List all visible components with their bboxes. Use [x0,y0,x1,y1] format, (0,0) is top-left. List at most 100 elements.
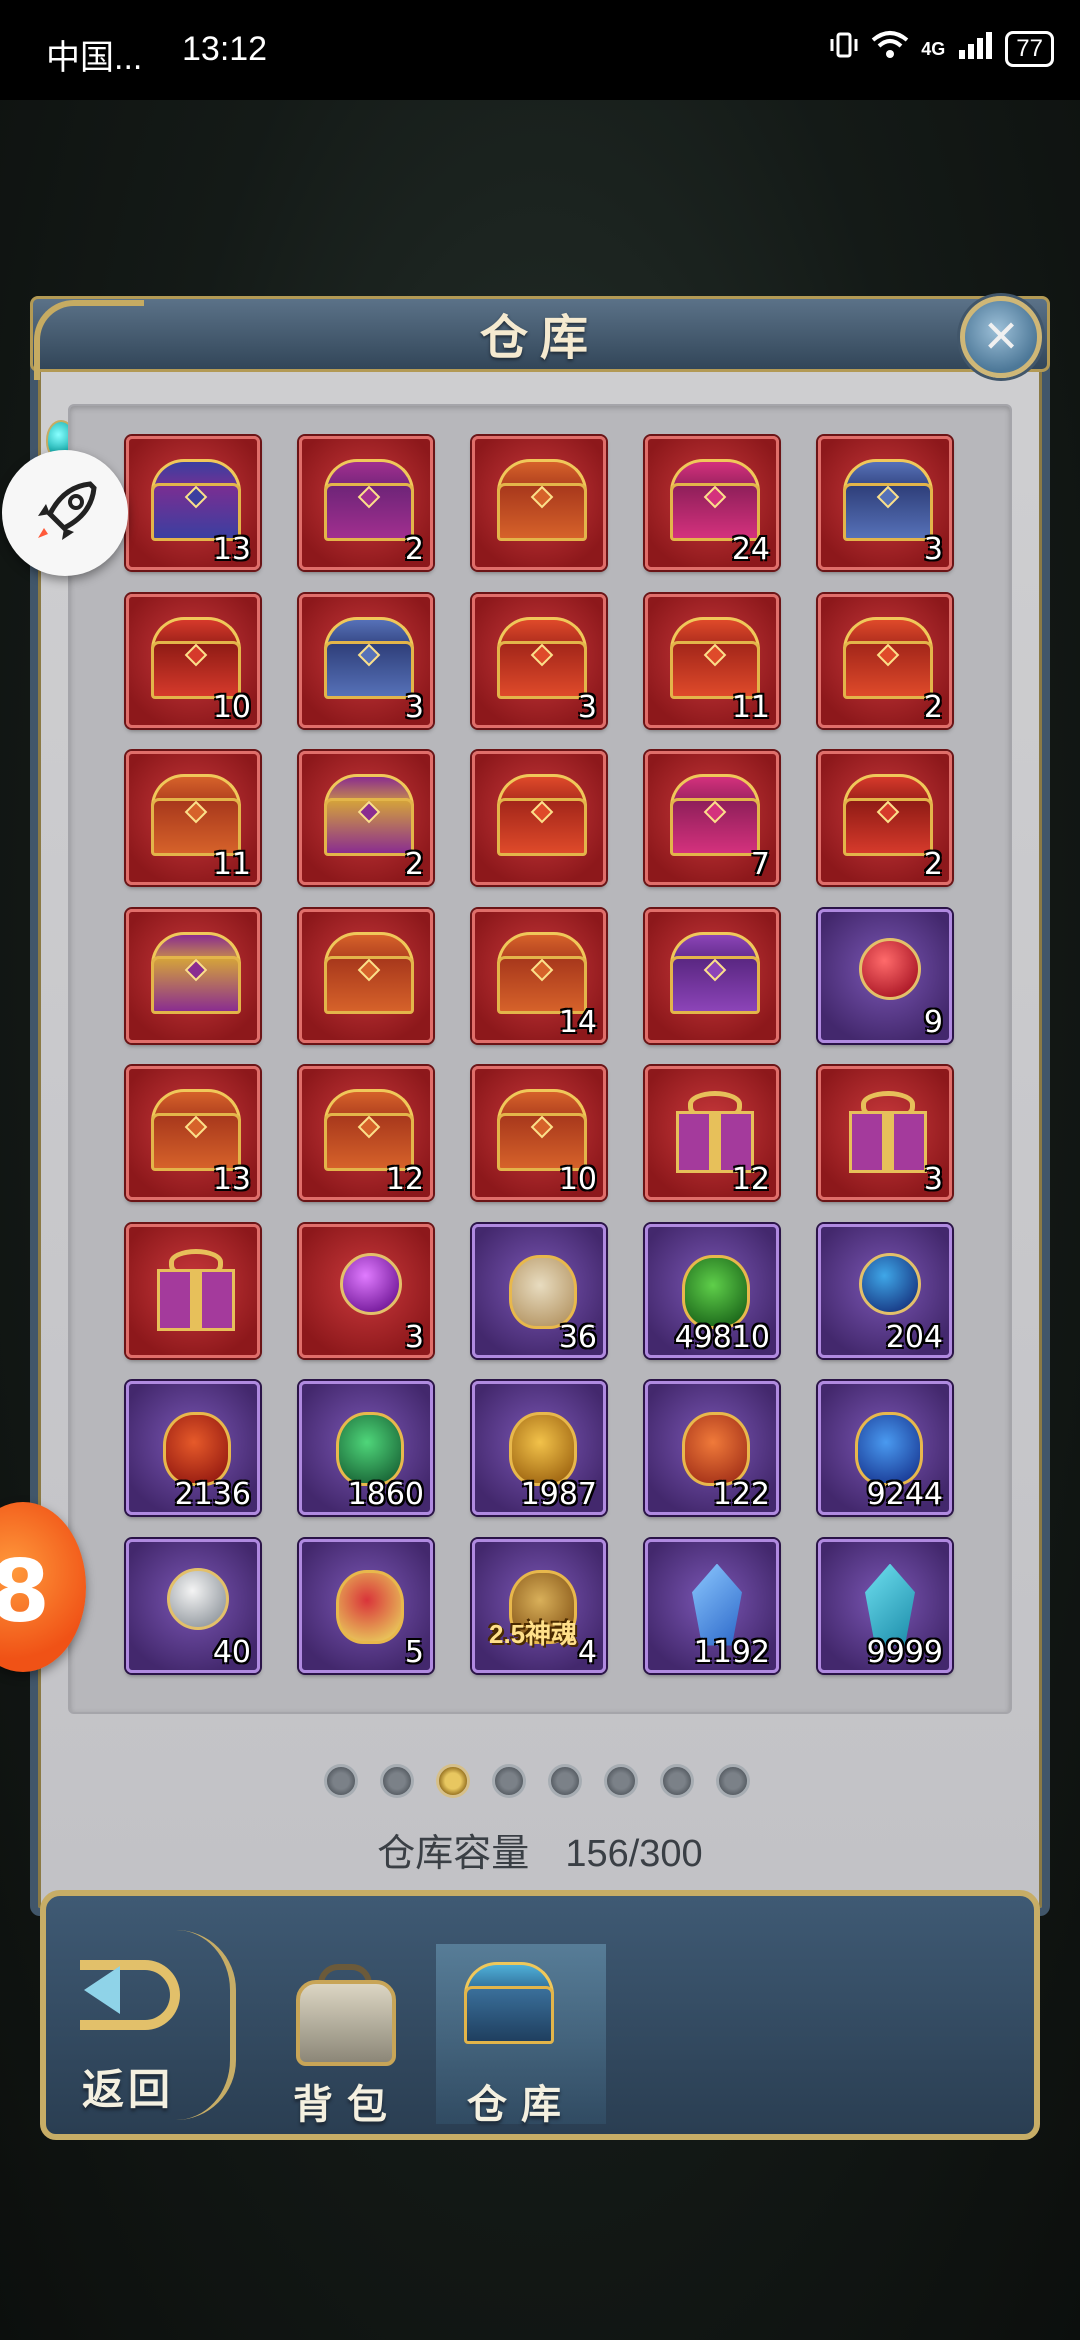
item-slot[interactable]: 3 [818,1066,952,1200]
gift-box-icon [143,1245,249,1333]
item-slot[interactable]: 11 [645,593,779,728]
item-count: 9 [923,1004,943,1040]
item-slot[interactable] [299,908,433,1043]
item-count: 12 [385,1162,424,1197]
item-slot[interactable]: 1987 [472,1381,606,1515]
page-dot-active[interactable] [436,1764,470,1798]
page-dot[interactable] [604,1764,638,1798]
item-slot[interactable]: 2 [299,436,433,570]
item-slot[interactable]: 10 [472,1066,606,1200]
item-slot[interactable]: 3 [299,1223,433,1358]
item-slot[interactable]: 5 [299,1538,433,1673]
item-count: 5 [404,1634,424,1670]
page-dot[interactable] [492,1764,526,1798]
item-count: 122 [712,1477,770,1512]
bar-divider [176,1930,236,2120]
item-slot[interactable]: 36 [472,1223,606,1358]
item-slot[interactable]: 2 [299,751,433,885]
item-count: 12 [731,1162,770,1197]
item-count: 13 [212,1162,251,1197]
item-slot[interactable]: 2.5神魂 4 [472,1538,606,1673]
item-count: 13 [212,532,251,567]
item-slot[interactable]: 10 [126,593,260,728]
item-slot[interactable] [126,1223,260,1358]
carrier-name: 中国... [46,39,143,77]
page-title: 仓库 [479,310,600,366]
return-label: 返回 [82,2065,175,2114]
item-slot[interactable]: 1192 [645,1538,779,1673]
item-slot[interactable] [126,908,260,1043]
battery-level: 77 [1005,30,1054,67]
warehouse-chest-icon [456,1960,586,2070]
item-count: 3 [923,1162,943,1197]
item-slot[interactable]: 122 [645,1381,779,1515]
item-slot[interactable]: 13 [126,436,260,570]
close-button[interactable]: × [960,296,1042,378]
page-dot[interactable] [380,1764,414,1798]
item-slot[interactable]: 7 [645,751,779,885]
badge-number: 8 [0,1542,50,1642]
item-count: 11 [212,847,251,882]
item-count: 40 [212,1634,251,1670]
clock: 13:12 [182,30,268,68]
item-slot[interactable]: 3 [472,593,606,728]
accelerator-button[interactable] [2,450,128,576]
item-count: 3 [404,689,424,725]
item-count: 36 [558,1319,597,1355]
status-icons: 4G 77 [829,30,1054,67]
backpack-icon [282,1960,412,2070]
tab-backpack[interactable]: 背包 [262,1944,432,2128]
tab-warehouse[interactable]: 仓库 [436,1944,606,2128]
item-slot[interactable]: 3 [818,436,952,570]
item-count: 1860 [347,1477,424,1512]
item-slot[interactable]: 9244 [818,1381,952,1515]
item-slot[interactable]: 12 [645,1066,779,1200]
rocket-icon [38,481,97,540]
red-ornate-chest-icon [489,772,595,860]
page-dot[interactable] [324,1764,358,1798]
item-slot[interactable] [472,436,606,570]
item-slot[interactable]: 2136 [126,1381,260,1515]
page-dot[interactable] [660,1764,694,1798]
item-slot[interactable]: 13 [126,1066,260,1200]
purple-round-chest-icon [662,930,768,1018]
capacity-label: 仓库容量 [377,1833,530,1875]
item-slot[interactable]: 1860 [299,1381,433,1515]
item-slot[interactable]: 204 [818,1223,952,1358]
item-slot[interactable]: 9999 [818,1538,952,1673]
item-slot[interactable] [472,751,606,885]
item-slot[interactable]: 9 [818,908,952,1043]
page-dot[interactable] [548,1764,582,1798]
item-slot[interactable]: 11 [126,751,260,885]
item-count: 11 [731,689,770,725]
item-count: 2 [404,847,424,882]
close-icon: × [984,303,1018,368]
item-slot[interactable]: 24 [645,436,779,570]
warehouse-capacity: 仓库容量 156/300 [0,1822,1080,1877]
item-slot[interactable]: 2 [818,593,952,728]
item-count: 9999 [866,1634,943,1670]
return-arrow-icon [80,1960,180,2030]
tab-backpack-label: 背包 [293,2081,401,2128]
item-count: 24 [731,532,770,567]
item-count: 2 [923,689,943,725]
page-dot[interactable] [716,1764,750,1798]
page-indicator [324,1764,750,1798]
item-count: 204 [885,1319,943,1355]
item-count: 10 [212,689,251,725]
item-slot[interactable]: 12 [299,1066,433,1200]
item-count: 3 [923,532,943,567]
item-count: 14 [558,1004,597,1040]
tab-warehouse-label: 仓库 [467,2081,575,2128]
item-count: 1192 [693,1634,770,1670]
wifi-icon [871,30,909,67]
item-slot[interactable]: 40 [126,1538,260,1673]
item-slot[interactable]: 3 [299,593,433,728]
signal-icon [957,30,993,67]
item-count: 7 [750,847,770,882]
item-slot[interactable]: 2 [818,751,952,885]
item-slot[interactable]: 49810 [645,1223,779,1358]
item-slot[interactable] [645,908,779,1043]
item-slot[interactable]: 14 [472,908,606,1043]
item-count: 2 [404,532,424,567]
